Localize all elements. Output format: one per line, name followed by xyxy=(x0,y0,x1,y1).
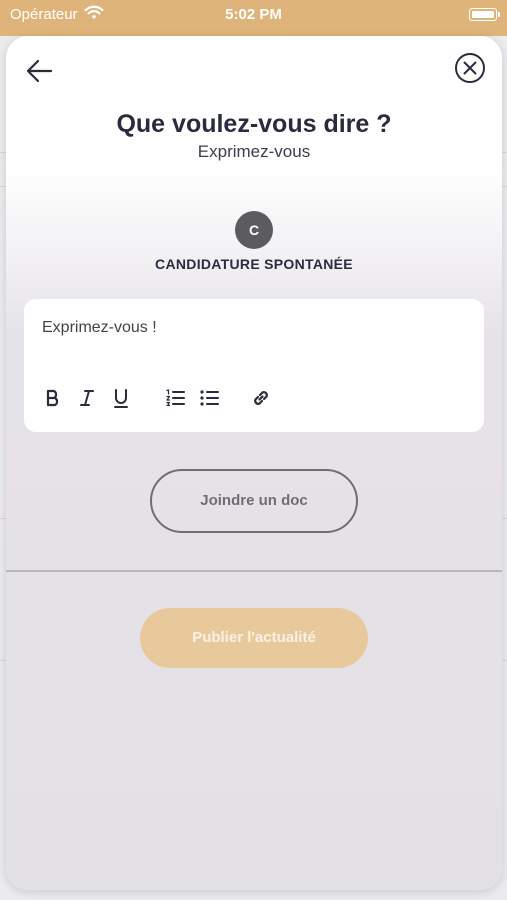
editor-placeholder[interactable]: Exprimez-vous ! xyxy=(42,319,157,337)
underline-icon[interactable] xyxy=(110,387,132,409)
compose-sheet: Que voulez-vous dire ? Exprimez-vous C C… xyxy=(6,36,502,890)
publish-button[interactable]: Publier l'actualité xyxy=(140,608,368,668)
battery-icon xyxy=(469,8,500,21)
text-editor[interactable]: Exprimez-vous ! xyxy=(24,299,484,432)
close-icon[interactable] xyxy=(454,52,486,84)
italic-icon[interactable] xyxy=(76,387,98,409)
bullet-list-icon[interactable] xyxy=(198,387,220,409)
status-time: 5:02 PM xyxy=(225,6,282,23)
page-title: Que voulez-vous dire ? xyxy=(116,110,392,138)
back-arrow-icon[interactable] xyxy=(24,56,54,86)
bold-icon[interactable] xyxy=(42,387,64,409)
ordered-list-icon[interactable] xyxy=(164,387,186,409)
attach-document-button[interactable]: Joindre un doc xyxy=(150,469,358,533)
category-label: CANDIDATURE SPONTANÉE xyxy=(155,256,353,272)
section-divider xyxy=(6,570,502,572)
status-bar: Opérateur 5:02 PM xyxy=(0,0,507,36)
page-subtitle: Exprimez-vous xyxy=(197,142,311,161)
link-icon[interactable] xyxy=(250,387,272,409)
avatar: C xyxy=(235,211,273,249)
